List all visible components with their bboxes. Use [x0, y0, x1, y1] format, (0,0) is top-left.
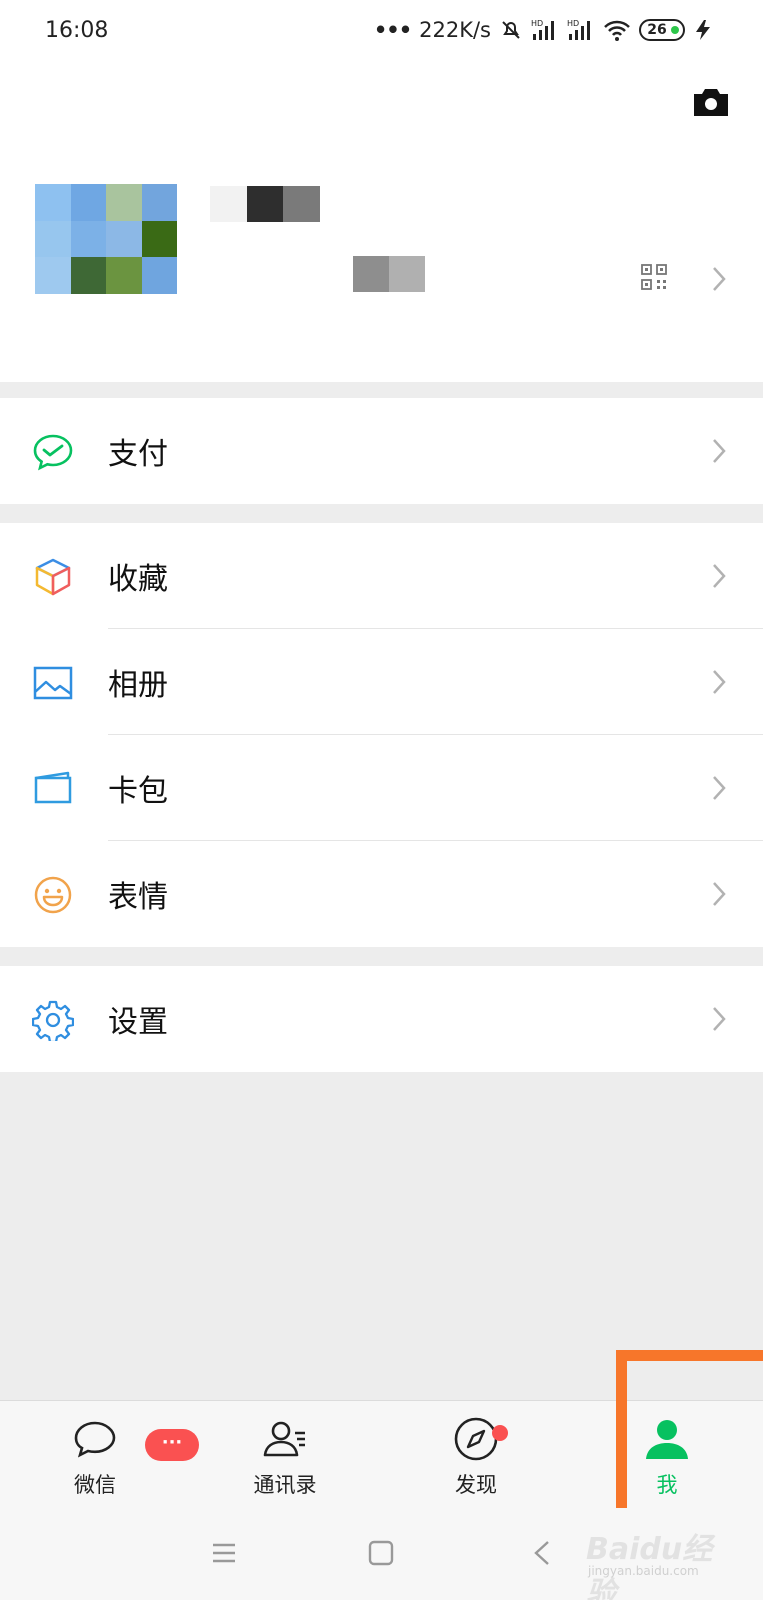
avatar-block [70, 184, 106, 221]
avatar-block [141, 220, 177, 258]
chat-bubble-icon [74, 1421, 116, 1458]
signal-hd-icon-2: HD [567, 19, 590, 40]
avatar-block [106, 257, 142, 294]
notification-dot [492, 1425, 508, 1441]
menu-item-settings[interactable]: 设置 [0, 966, 763, 1072]
camera-icon[interactable] [691, 86, 731, 118]
status-indicators: ••• 222K/s HD HD 26 [374, 18, 713, 42]
unread-badge: ··· [145, 1429, 199, 1461]
chevron-right-icon [713, 564, 726, 588]
nickname-block [283, 186, 321, 222]
menu-item-cards[interactable]: 卡包 [0, 735, 763, 841]
signal-hd-icon: HD [531, 19, 554, 40]
bell-muted-icon [502, 21, 520, 39]
chevron-right-icon [713, 776, 726, 800]
svg-text:HD: HD [531, 19, 543, 28]
nickname-blurred [210, 186, 321, 222]
compass-icon [454, 1417, 498, 1461]
back-chevron-icon[interactable] [528, 1538, 558, 1568]
chevron-right-icon [713, 267, 726, 291]
avatar-block [35, 220, 71, 258]
chevron-right-icon [713, 670, 726, 694]
menu-group-main: 收藏 相册 卡包 表情 [0, 523, 763, 947]
wechat-id-blurred [353, 256, 425, 292]
avatar-block [70, 257, 106, 294]
menu-label-settings: 设置 [108, 1005, 168, 1040]
card-wallet-icon [34, 771, 72, 804]
network-speed: 222K/s [419, 18, 491, 42]
battery-indicator: 26 [639, 19, 685, 41]
wifi-icon [604, 20, 630, 41]
watermark-logo-text: Baidu经验 [586, 1532, 713, 1600]
wechat-id-block [389, 256, 425, 292]
more-dots-icon: ••• [373, 18, 412, 42]
smiley-icon [34, 876, 72, 914]
profile-header[interactable] [0, 66, 763, 382]
wechat-id-block [353, 256, 389, 292]
status-bar: 16:08 ••• 222K/s HD HD 26 [0, 0, 763, 66]
avatar-block [35, 184, 71, 221]
nickname-block [246, 186, 284, 222]
avatar-block [141, 257, 177, 294]
tab-contacts[interactable]: 通讯录 [225, 1415, 345, 1499]
avatar-block [141, 184, 177, 221]
menu-lines-icon[interactable] [209, 1538, 239, 1568]
menu-label-album: 相册 [108, 668, 168, 703]
menu-label-cards: 卡包 [108, 774, 168, 809]
avatar-block [35, 257, 71, 294]
menu-group-pay: 支付 [0, 398, 763, 504]
wechat-pay-icon [33, 434, 73, 471]
menu-item-album[interactable]: 相册 [0, 629, 763, 735]
menu-item-stickers[interactable]: 表情 [0, 841, 763, 947]
contacts-icon [263, 1421, 305, 1457]
gear-icon [32, 1000, 74, 1041]
chevron-right-icon [713, 882, 726, 906]
menu-item-favorites[interactable]: 收藏 [0, 523, 763, 629]
cube-icon [35, 558, 71, 596]
menu-label-stickers: 表情 [108, 880, 168, 915]
menu-label-pay: 支付 [108, 437, 168, 472]
menu-label-favorites: 收藏 [108, 562, 168, 597]
avatar-block [70, 220, 106, 258]
tab-chats[interactable]: 微信 ··· [35, 1415, 199, 1499]
image-icon [33, 666, 73, 700]
tab-label-contacts: 通讯录 [253, 1473, 317, 1497]
tab-label-discover: 发现 [455, 1473, 497, 1497]
avatar-block [106, 220, 142, 258]
menu-group-settings: 设置 [0, 966, 763, 1072]
menu-item-pay[interactable]: 支付 [0, 398, 763, 504]
nickname-block [210, 186, 247, 222]
chevron-right-icon [713, 1007, 726, 1031]
status-time: 16:08 [45, 18, 109, 43]
avatar[interactable] [35, 184, 177, 294]
baidu-watermark: Baidu经验 jingyan.baidu.com [582, 1518, 732, 1600]
svg-text:HD: HD [567, 19, 579, 28]
tab-discover[interactable]: 发现 [416, 1415, 536, 1499]
highlight-annotation-box [616, 1350, 763, 1534]
charging-icon [696, 20, 710, 40]
tab-label-chats: 微信 [74, 1473, 116, 1497]
qr-code-icon[interactable] [641, 264, 667, 290]
chevron-right-icon [713, 439, 726, 463]
watermark-url: jingyan.baidu.com [588, 1564, 699, 1578]
avatar-block [106, 184, 142, 221]
home-square-icon[interactable] [366, 1538, 396, 1568]
